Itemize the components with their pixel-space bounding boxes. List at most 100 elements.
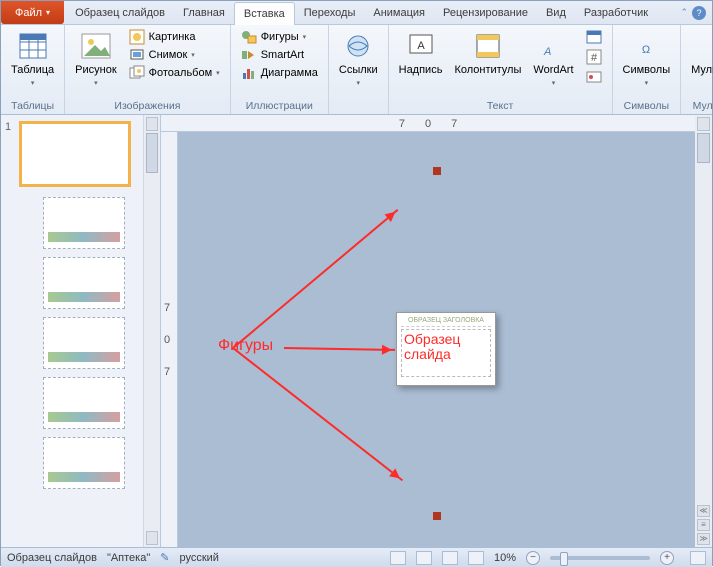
annotation-arrow [232,209,398,349]
symbols-button[interactable]: Ω Символы [619,28,675,99]
object-icon [586,69,602,85]
shapes-annotation-label: Фигуры [218,337,273,355]
wordart-label: WordArt [533,64,573,88]
datetime-icon [586,29,602,45]
ruler-tick-label: 7 [399,118,405,130]
tab-animation[interactable]: Анимация [364,1,434,24]
annotation-arrow [232,347,403,481]
chart-icon [241,65,257,81]
status-theme: "Аптека" [107,552,150,564]
vertical-scrollbar[interactable]: ≪ ≡ ≫ [695,115,712,547]
screenshot-button[interactable]: Снимок ▾ [125,46,224,64]
links-button[interactable]: Ссылки [335,28,382,111]
tab-insert[interactable]: Вставка [234,2,295,25]
picture-button[interactable]: Рисунок [71,28,121,99]
sorter-view-button[interactable] [416,551,432,565]
tab-home[interactable]: Главная [174,1,234,24]
media-button[interactable]: Мультимедиа [687,28,713,99]
shapes-icon [241,29,257,45]
zoom-in-button[interactable]: + [660,551,674,565]
headerfooter-icon [472,30,504,62]
reading-view-button[interactable] [442,551,458,565]
clipart-label: Картинка [149,31,196,43]
group-label-symbols: Символы [624,99,669,113]
zoom-slider[interactable] [550,556,650,560]
help-icon[interactable]: ? [692,6,706,20]
proofing-icon[interactable]: ✎ [160,551,169,564]
group-label-text: Текст [487,99,513,113]
menu-scroll-button[interactable]: ≡ [697,519,710,531]
master-slide-thumb[interactable]: 1 [5,121,139,187]
wordart-icon: A [537,30,569,62]
sample-slide-box[interactable]: ОБРАЗЕЦ ЗАГОЛОВКА Образец слайда [396,312,496,386]
shape-marker[interactable] [433,167,441,175]
status-mode: Образец слайдов [7,552,97,564]
photoalbum-button[interactable]: Фотоальбом ▾ [125,64,224,82]
thumbnail-list[interactable]: 1 [1,115,143,547]
picture-label: Рисунок [75,64,117,88]
ribbon-tabs: Файл Образец слайдов Главная Вставка Пер… [1,1,712,25]
group-text: A Надпись Колонтитулы A WordArt # Текст [389,25,613,114]
normal-view-button[interactable] [390,551,406,565]
table-button[interactable]: Таблица [7,28,58,99]
thumbnail-scrollbar[interactable] [143,115,160,547]
datetime-button[interactable] [582,28,606,46]
picture-icon [80,30,112,62]
smartart-icon [241,47,257,63]
shape-marker[interactable] [433,512,441,520]
master-thumb-number: 1 [5,121,15,187]
layout-thumb[interactable] [43,437,125,489]
group-illustrations: Фигуры ▾ SmartArt Диаграмма Иллюстрации [231,25,329,114]
next-slide-button[interactable]: ≫ [697,533,710,545]
tab-slide-master[interactable]: Образец слайдов [66,1,174,24]
chart-button[interactable]: Диаграмма [237,64,322,82]
headerfooter-button[interactable]: Колонтитулы [450,28,525,99]
prev-slide-button[interactable]: ≪ [697,505,710,517]
tab-review[interactable]: Рецензирование [434,1,537,24]
group-images: Рисунок Картинка Снимок ▾ Фотоальбом ▾ И… [65,25,231,114]
status-language[interactable]: русский [179,552,218,564]
object-button[interactable] [582,68,606,86]
links-icon [342,30,374,62]
layout-thumb[interactable] [43,317,125,369]
textbox-button[interactable]: A Надпись [395,28,447,99]
tab-view[interactable]: Вид [537,1,575,24]
annotation-arrow [284,347,395,351]
layout-thumb[interactable] [43,257,125,309]
table-label: Таблица [11,64,54,88]
slideshow-view-button[interactable] [468,551,484,565]
svg-text:Ω: Ω [642,44,650,56]
tab-transitions[interactable]: Переходы [295,1,365,24]
svg-text:A: A [417,40,425,52]
links-label: Ссылки [339,64,378,88]
layout-thumb[interactable] [43,197,125,249]
ruler-tick-label: 7 [164,366,170,378]
status-bar: Образец слайдов "Аптека" ✎ русский 10% −… [1,547,712,567]
minimize-ribbon-icon[interactable]: ⌃ [680,7,688,18]
vertical-ruler: 7 0 7 [161,132,178,547]
sample-slide-body: Образец слайда [401,329,491,377]
photoalbum-label: Фотоальбом [149,67,213,79]
slide-canvas[interactable]: Фигуры ОБРАЗЕЦ ЗАГОЛОВКА Образец слайда [178,132,695,547]
wordart-button[interactable]: A WordArt [529,28,577,99]
tab-developer[interactable]: Разработчик [575,1,657,24]
zoom-out-button[interactable]: − [526,551,540,565]
group-label-images: Изображения [114,99,180,113]
ruler-tick-label: 0 [425,118,431,130]
smartart-button[interactable]: SmartArt [237,46,322,64]
symbols-label: Символы [623,64,671,88]
zoom-percent[interactable]: 10% [494,552,516,564]
fit-to-window-button[interactable] [690,551,706,565]
headerfooter-label: Колонтитулы [454,64,521,76]
file-tab[interactable]: Файл [1,1,64,24]
smartart-label: SmartArt [261,49,304,61]
shapes-button[interactable]: Фигуры ▾ [237,28,322,46]
workspace: 1 7 0 7 7 0 7 [1,115,712,547]
shapes-label: Фигуры [261,31,299,43]
clipart-icon [129,29,145,45]
horizontal-ruler: 7 0 7 [161,115,695,132]
layout-thumb[interactable] [43,377,125,429]
group-links: Ссылки [329,25,389,114]
slidenumber-button[interactable]: # [582,48,606,66]
clipart-button[interactable]: Картинка [125,28,224,46]
